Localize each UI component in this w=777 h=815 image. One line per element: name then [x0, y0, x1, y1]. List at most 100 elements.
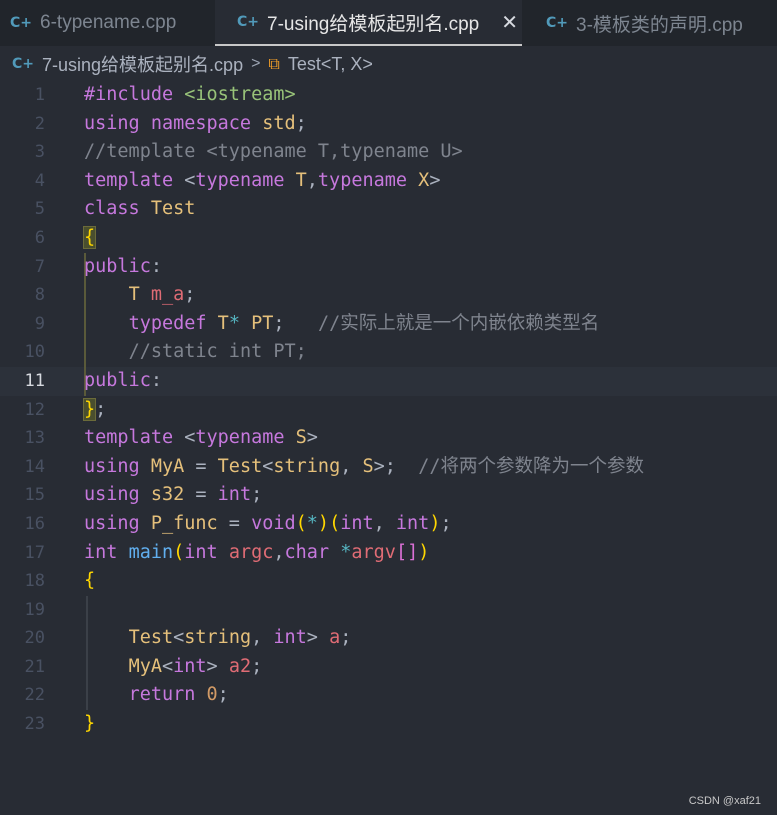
- code-token: //template <typename T,typename U>: [84, 141, 463, 163]
- code-token: Test: [128, 627, 174, 649]
- code-token: P_func: [150, 512, 229, 534]
- code-line[interactable]: 7 public:: [0, 252, 777, 282]
- cpp-file-icon: C+: [12, 56, 35, 72]
- line-code: using s32 = int;: [84, 481, 262, 510]
- code-token: MyA: [128, 655, 162, 677]
- code-token: PT: [251, 312, 274, 334]
- code-token: <: [173, 627, 185, 649]
- code-line[interactable]: 8 T m_a;: [0, 281, 777, 310]
- tab-7-using-active[interactable]: C+ 7-using给模板起别名.cpp ✕: [215, 0, 522, 46]
- line-code: T m_a;: [84, 281, 196, 310]
- line-code: //static int PT;: [84, 338, 307, 367]
- code-token: using: [84, 455, 151, 477]
- code-token: <iostream>: [184, 84, 296, 105]
- line-code: int main(int argc,char *argv[]): [84, 539, 429, 568]
- tab-label: 7-using给模板起别名.cpp: [267, 13, 480, 35]
- line-number: 13: [24, 428, 45, 449]
- code-line[interactable]: 10 //static int PT;: [0, 338, 777, 367]
- code-token: {: [84, 570, 96, 592]
- code-line[interactable]: 14 using MyA = Test<string, S>; //将两个参数降为…: [0, 453, 777, 482]
- line-code: public:: [84, 253, 162, 282]
- code-token: (: [329, 512, 341, 534]
- code-line[interactable]: 3 //template <typename T,typename U>: [0, 138, 777, 167]
- code-line[interactable]: 19: [0, 595, 777, 625]
- code-line[interactable]: 9 typedef T* PT; //实际上就是一个内嵌依赖类型名: [0, 309, 777, 339]
- code-line[interactable]: 5 class Test: [0, 195, 777, 224]
- code-line[interactable]: 16 using P_func = void(*)(int, int);: [0, 510, 777, 539]
- code-token: a: [329, 627, 341, 649]
- code-line[interactable]: 22 return 0;: [0, 681, 777, 711]
- line-code: typedef T* PT; //实际上就是一个内嵌依赖类型名: [84, 310, 600, 339]
- code-token: typedef: [128, 312, 218, 334]
- code-token: ;: [95, 398, 107, 420]
- line-number: 15: [24, 485, 45, 506]
- code-line[interactable]: 15 using s32 = int;: [0, 481, 777, 510]
- code-token: template: [84, 427, 185, 449]
- code-line[interactable]: 2 using namespace std;: [0, 110, 777, 139]
- code-token: typename: [195, 169, 296, 191]
- line-number: 10: [24, 342, 45, 363]
- code-token: =: [195, 484, 218, 506]
- cpp-file-icon: C+: [10, 15, 33, 31]
- code-line[interactable]: 23}: [0, 710, 777, 739]
- code-token: string: [184, 627, 252, 649]
- code-token: ;: [340, 627, 352, 649]
- code-editor[interactable]: 1 #include <iostream> 2 using namespace std…: [0, 81, 777, 801]
- code-token: T: [128, 284, 151, 306]
- cpp-file-icon: C+: [237, 14, 260, 30]
- code-token: =: [195, 455, 218, 477]
- breadcrumb-file[interactable]: 7-using给模板起别名.cpp: [42, 51, 243, 77]
- line-code: template <typename T,typename X>: [84, 167, 440, 196]
- code-token: []: [395, 541, 419, 563]
- code-line[interactable]: 1 #include <iostream>: [0, 81, 777, 110]
- code-token: *: [340, 541, 352, 563]
- breadcrumb-symbol[interactable]: Test<T, X>: [288, 54, 373, 75]
- line-code: Test<string, int> a;: [84, 624, 352, 653]
- code-token: int: [184, 541, 229, 563]
- code-line[interactable]: 13 template <typename S>: [0, 424, 777, 453]
- code-line[interactable]: 18 {: [0, 567, 777, 596]
- code-token: return: [128, 684, 207, 706]
- code-token: std: [262, 112, 296, 134]
- tab-label: 3-模板类的声明.cpp: [576, 14, 743, 36]
- chevron-right-icon: >: [251, 55, 261, 72]
- code-token: }: [84, 713, 96, 735]
- code-token: namespace: [150, 112, 263, 134]
- line-number: 16: [24, 513, 45, 534]
- code-token: {: [82, 225, 97, 249]
- line-number: 11: [24, 370, 45, 391]
- code-token: class: [84, 198, 151, 220]
- code-token: X: [418, 169, 430, 191]
- code-token: (: [173, 541, 185, 563]
- code-token: <: [184, 427, 196, 449]
- code-token: ;: [217, 684, 229, 706]
- code-line[interactable]: 6{: [0, 224, 777, 253]
- code-token: :: [150, 255, 162, 277]
- line-code: MyA<int> a2;: [84, 653, 263, 682]
- code-line[interactable]: 21 MyA<int> a2;: [0, 652, 777, 682]
- code-token: S: [362, 455, 374, 477]
- close-icon[interactable]: ✕: [501, 10, 518, 35]
- line-number: 5: [34, 199, 45, 220]
- line-number: 4: [34, 170, 45, 191]
- breadcrumb: C+ 7-using给模板起别名.cpp > ⧉ Test<T, X>: [0, 46, 777, 82]
- code-line[interactable]: 20 Test<string, int> a;: [0, 624, 777, 653]
- line-number: 20: [24, 628, 45, 649]
- code-line[interactable]: 12};: [0, 396, 777, 425]
- code-token: #include: [84, 84, 185, 105]
- code-token: }: [82, 397, 97, 421]
- line-number: 23: [24, 714, 45, 735]
- code-line[interactable]: 17 int main(int argc,char *argv[]): [0, 539, 777, 568]
- code-token: ;: [184, 284, 196, 306]
- code-token: *: [228, 312, 252, 334]
- code-token: int: [340, 512, 374, 534]
- tab-6-typename[interactable]: C+ 6-typename.cpp: [0, 0, 215, 46]
- code-line[interactable]: 4 template <typename T,typename X>: [0, 167, 777, 196]
- code-token: T: [295, 169, 307, 191]
- code-line[interactable]: 11 public:: [0, 366, 777, 396]
- tab-3-template-class[interactable]: C+ 3-模板类的声明.cpp: [522, 0, 743, 46]
- code-token: argv: [351, 541, 396, 563]
